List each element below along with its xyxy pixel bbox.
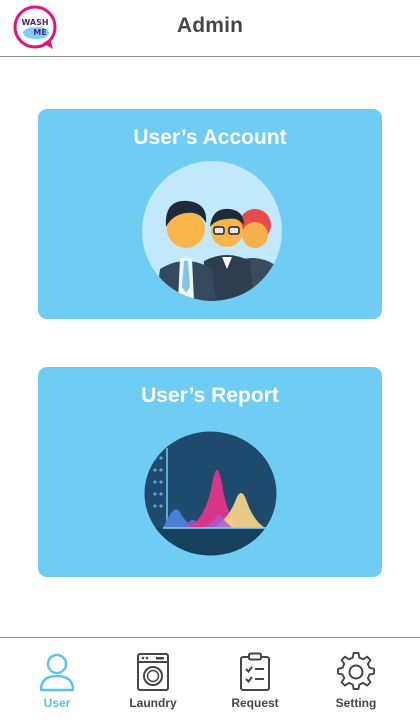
users-account-card[interactable]: User’s Account <box>38 109 382 319</box>
report-chart-icon <box>144 431 277 556</box>
nav-request[interactable]: Request <box>210 638 300 720</box>
users-group-icon <box>142 161 282 301</box>
page-title: Admin <box>176 14 244 37</box>
nav-setting-label: Setting <box>335 696 377 710</box>
nav-laundry[interactable]: Laundry <box>108 638 198 720</box>
users-report-card[interactable]: User’s Report <box>38 367 382 577</box>
gear-icon <box>337 652 375 690</box>
bottom-nav: User Laundry Request Setting <box>0 637 420 720</box>
nav-request-label: Request <box>231 696 279 710</box>
nav-user[interactable]: User <box>12 638 102 720</box>
nav-setting[interactable]: Setting <box>311 638 401 720</box>
washing-machine-icon <box>137 653 169 691</box>
nav-user-label: User <box>43 696 71 710</box>
users-report-title: User’s Report <box>141 384 279 407</box>
users-account-title: User’s Account <box>133 126 287 149</box>
user-icon <box>39 653 75 692</box>
clipboard-checklist-icon <box>240 652 270 691</box>
nav-laundry-label: Laundry <box>129 696 177 710</box>
app-header: WASH ME Admin <box>0 0 420 57</box>
